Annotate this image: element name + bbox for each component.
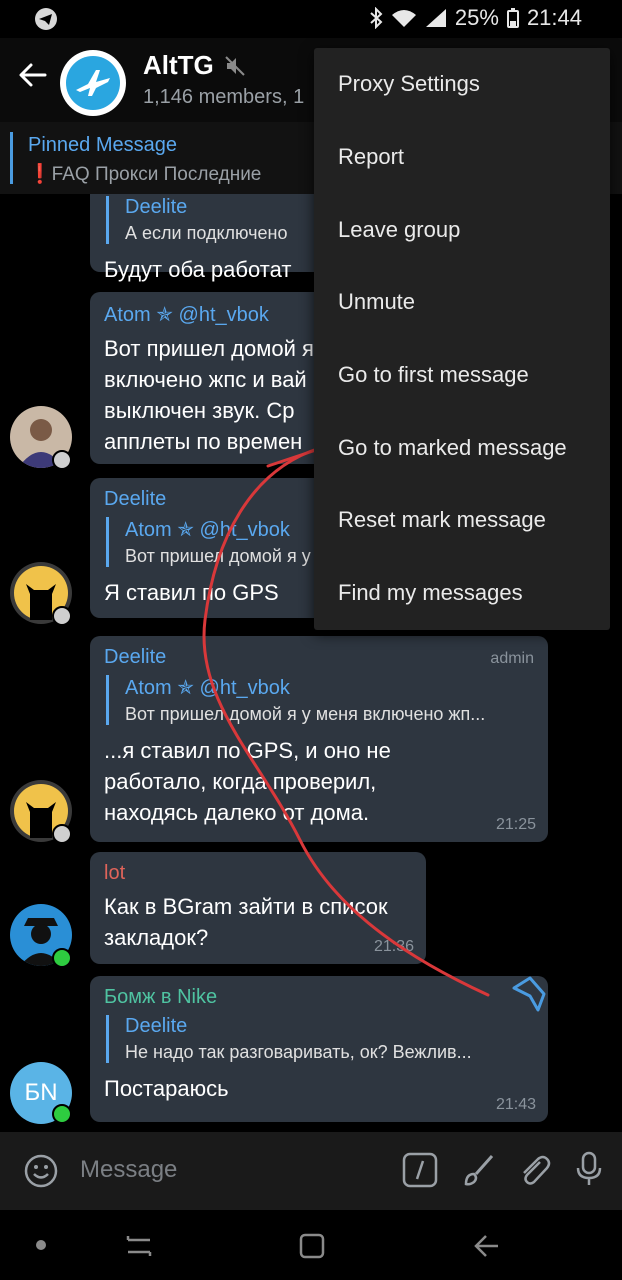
message-line: работало, когда проверил, (104, 769, 377, 794)
pinned-title: Pinned Message (28, 134, 177, 156)
message-time: 21:36 (373, 938, 414, 955)
reply-quote[interactable]: Deelite Не надо так разговаривать, ок? В… (106, 1015, 534, 1063)
message-line: закладок? (104, 925, 209, 950)
menu-item-proxy-settings[interactable]: Proxy Settings (314, 48, 610, 121)
menu-item-reset-mark-message[interactable]: Reset mark message (314, 484, 610, 557)
message-time: 21:25 (495, 816, 536, 833)
bluetooth-icon (370, 7, 383, 29)
menu-item-unmute[interactable]: Unmute (314, 266, 610, 339)
pinned-text: ❗FAQ Прокси Последние (28, 164, 262, 185)
slash-command-icon[interactable] (402, 1152, 438, 1193)
menu-item-report[interactable]: Report (314, 121, 610, 194)
message-bubble[interactable]: Бомж в Nike Deelite Не надо так разговар… (90, 976, 548, 1122)
telegram-icon (34, 7, 58, 36)
brush-icon[interactable] (460, 1152, 496, 1193)
chat-title-row[interactable]: AltTG (143, 50, 246, 81)
chat-subtitle: 1,146 members, 1 (143, 86, 305, 108)
pinned-bar (10, 132, 13, 184)
message-input-bar: Message (0, 1132, 622, 1210)
muted-speaker-icon (225, 55, 245, 76)
online-dot (52, 1104, 72, 1124)
message-line: находясь далеко от дома. (104, 800, 370, 825)
message-text: Постараюсь (104, 1076, 229, 1101)
status-dot (52, 824, 72, 844)
clock: 21:44 (526, 5, 582, 30)
battery-percent: 25% (454, 5, 499, 30)
reply-quote[interactable]: Atom ✯ @ht_vbok Вот пришел домой я у мен… (106, 675, 534, 725)
status-dot (52, 606, 72, 626)
message-line: ...я ставил по GPS, и оно не (104, 738, 391, 763)
avatar-initials: БN (24, 1079, 58, 1106)
message-bubble[interactable]: Deelite admin Atom ✯ @ht_vbok Вот пришел… (90, 636, 548, 842)
emoji-icon[interactable] (24, 1154, 58, 1193)
overflow-menu: Proxy Settings Report Leave group Unmute… (314, 48, 610, 630)
back-arrow-icon[interactable] (18, 60, 48, 95)
menu-item-find-my-messages[interactable]: Find my messages (314, 557, 610, 630)
message-input[interactable]: Message (80, 1156, 177, 1184)
message-bubble[interactable]: lot Как в BGram зайти в список закладок?… (90, 852, 426, 964)
home-icon[interactable] (298, 1232, 326, 1265)
menu-item-leave-group[interactable]: Leave group (314, 193, 610, 266)
chat-title: AltTG (143, 50, 214, 80)
group-avatar[interactable] (60, 50, 126, 116)
message-time: 21:43 (495, 1096, 536, 1113)
menu-item-go-to-first-message[interactable]: Go to first message (314, 339, 610, 412)
status-dot (52, 450, 72, 470)
back-nav-icon[interactable] (472, 1232, 502, 1265)
signal-icon (425, 9, 446, 27)
paperclip-icon[interactable] (516, 1152, 552, 1193)
status-bar: 25% 21:44 (0, 0, 622, 38)
bookmark-icon[interactable] (508, 974, 550, 1021)
sender-name[interactable]: Бомж в Nike (104, 986, 534, 1009)
online-dot (52, 948, 72, 968)
recent-apps-icon[interactable] (124, 1232, 154, 1265)
nav-dot-icon[interactable] (36, 1240, 46, 1250)
sender-name[interactable]: Deelite (104, 646, 534, 669)
sender-name[interactable]: lot (104, 862, 412, 885)
wifi-icon (391, 10, 416, 27)
system-nav-bar (0, 1210, 622, 1280)
menu-item-go-to-marked-message[interactable]: Go to marked message (314, 411, 610, 484)
message-line: Как в BGram зайти в список (104, 894, 388, 919)
admin-badge: admin (490, 650, 534, 667)
jet-icon (76, 70, 110, 96)
microphone-icon[interactable] (574, 1150, 604, 1193)
battery-icon (506, 8, 519, 28)
